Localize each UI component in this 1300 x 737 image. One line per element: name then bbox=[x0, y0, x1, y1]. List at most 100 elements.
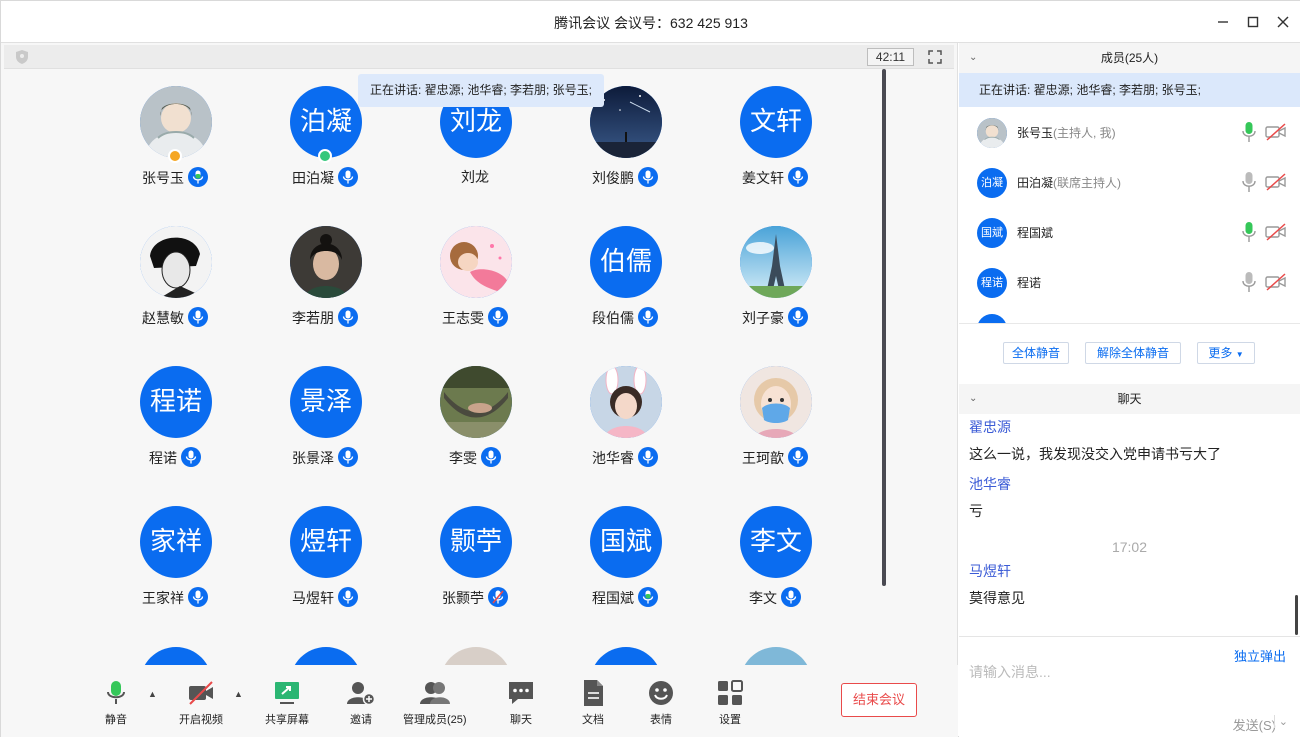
member-list: 张号玉(主持人, 我) 泊凝 田泊凝(联席主持人) 国斌 程国斌 程诺 程诺 bbox=[959, 107, 1300, 323]
camera-off-icon[interactable] bbox=[1265, 173, 1287, 191]
participant-tile[interactable]: 王志雯 bbox=[400, 209, 550, 349]
participant-tile[interactable]: 李文 李文 bbox=[700, 489, 850, 629]
grid-scrollbar[interactable] bbox=[882, 69, 886, 586]
participant-tile[interactable] bbox=[100, 621, 250, 665]
chat-input[interactable] bbox=[969, 659, 1269, 685]
end-meeting-button[interactable]: 结束会议 bbox=[841, 683, 917, 717]
chat-timestamp: 17:02 bbox=[1111, 539, 1148, 555]
participant-tile[interactable] bbox=[550, 621, 700, 665]
microphone-icon[interactable] bbox=[1241, 221, 1257, 243]
participant-name-row: 刘俊鹏 bbox=[550, 167, 700, 188]
chat-button[interactable]: 聊天 bbox=[506, 679, 536, 727]
participant-tile[interactable]: 颢苧 张颢苧 bbox=[400, 489, 550, 629]
close-icon[interactable] bbox=[1275, 14, 1291, 30]
member-row[interactable]: 程诺 程诺 bbox=[959, 257, 1300, 307]
chevron-down-icon[interactable]: ⌄ bbox=[969, 384, 977, 414]
participant-name-row: 刘龙 bbox=[400, 167, 550, 187]
camera-off-icon[interactable] bbox=[1265, 123, 1287, 141]
members-icon bbox=[419, 682, 450, 704]
avatar bbox=[290, 647, 362, 665]
participant-name: 王珂歆 bbox=[742, 450, 784, 466]
mute-button[interactable]: 静音 bbox=[101, 679, 131, 727]
participant-tile[interactable]: 伯儒 段伯儒 bbox=[550, 209, 700, 349]
video-button[interactable]: 开启视频 bbox=[179, 679, 223, 727]
participant-name: 张颢苧 bbox=[442, 590, 484, 606]
participant-name: 姜文轩 bbox=[742, 170, 784, 186]
participant-name-row: 赵慧敏 bbox=[100, 307, 250, 328]
microphone-icon[interactable] bbox=[1241, 121, 1257, 143]
invite-button[interactable]: 邀请 bbox=[346, 679, 376, 727]
emoji-button[interactable]: 表情 bbox=[646, 679, 676, 727]
member-row[interactable]: 国斌 程国斌 bbox=[959, 207, 1300, 257]
send-button[interactable]: 发送(S) bbox=[1233, 715, 1276, 734]
participant-tile[interactable] bbox=[700, 621, 850, 665]
microphone-icon bbox=[188, 307, 208, 327]
chevron-down-icon[interactable]: ⌄ bbox=[969, 43, 977, 73]
camera-off-icon[interactable] bbox=[1265, 223, 1287, 241]
avatar bbox=[590, 366, 662, 438]
docs-label: 文档 bbox=[582, 714, 604, 726]
avatar bbox=[440, 226, 512, 298]
microphone-icon[interactable] bbox=[1241, 271, 1257, 293]
participant-name: 程诺 bbox=[149, 450, 177, 466]
microphone-icon bbox=[638, 307, 658, 327]
participant-tile[interactable]: 王珂歆 bbox=[700, 349, 850, 489]
mute-all-button[interactable]: 全体静音 bbox=[1003, 342, 1069, 364]
chat-compose: 独立弹出 发送(S) ⌄ bbox=[959, 636, 1300, 737]
more-label: 更多 bbox=[1208, 346, 1233, 360]
maximize-icon[interactable] bbox=[1245, 14, 1261, 30]
microphone-icon[interactable] bbox=[1241, 171, 1257, 193]
unmute-all-button[interactable]: 解除全体静音 bbox=[1085, 342, 1181, 364]
participant-tile[interactable]: 景泽 张景泽 bbox=[250, 349, 400, 489]
members-header[interactable]: ⌄ 成员(25人) bbox=[959, 43, 1300, 73]
microphone-icon bbox=[181, 447, 201, 467]
chat-sender[interactable]: 池华睿 bbox=[969, 474, 1011, 494]
participant-name-row: 段伯儒 bbox=[550, 307, 700, 328]
member-actions: 全体静音 解除全体静音 更多 ▼ bbox=[959, 323, 1300, 383]
minimize-icon[interactable] bbox=[1215, 14, 1231, 30]
participant-tile[interactable]: 李若朋 bbox=[250, 209, 400, 349]
shield-icon[interactable] bbox=[14, 49, 30, 65]
participant-tile[interactable]: 刘子豪 bbox=[700, 209, 850, 349]
participant-tile[interactable]: 家祥 王家祥 bbox=[100, 489, 250, 629]
participant-tile[interactable]: 张号玉 bbox=[100, 69, 250, 209]
member-row[interactable]: 泊凝 田泊凝(联席主持人) bbox=[959, 157, 1300, 207]
emoji-icon bbox=[649, 681, 673, 705]
avatar bbox=[140, 86, 212, 158]
participant-tile[interactable]: 程诺 程诺 bbox=[100, 349, 250, 489]
participant-tile[interactable]: 文轩 姜文轩 bbox=[700, 69, 850, 209]
participant-tile[interactable]: 池华睿 bbox=[550, 349, 700, 489]
participant-tile[interactable]: 煜轩 马煜轩 bbox=[250, 489, 400, 629]
manage-members-button[interactable]: 管理成员(25) bbox=[403, 679, 467, 727]
participant-tile[interactable]: 李雯 bbox=[400, 349, 550, 489]
chat-icon bbox=[509, 682, 533, 704]
invite-label: 邀请 bbox=[350, 714, 372, 726]
participant-name-row: 池华睿 bbox=[550, 447, 700, 468]
participant-tile[interactable]: 赵慧敏 bbox=[100, 209, 250, 349]
participant-tile[interactable] bbox=[250, 621, 400, 665]
member-row[interactable]: 张号玉(主持人, 我) bbox=[959, 107, 1300, 157]
side-panel: ⌄ 成员(25人) 正在讲话: 翟忠源; 池华睿; 李若朋; 张号玉; 张号玉(… bbox=[959, 43, 1300, 737]
send-options-caret[interactable]: ⌄ bbox=[1273, 715, 1288, 728]
chat-header[interactable]: ⌄ 聊天 bbox=[959, 384, 1300, 414]
more-button[interactable]: 更多 ▼ bbox=[1197, 342, 1255, 364]
avatar bbox=[590, 647, 662, 665]
settings-button[interactable]: 设置 bbox=[715, 679, 745, 727]
share-screen-button[interactable]: 共享屏幕 bbox=[265, 679, 309, 727]
cohost-badge-icon bbox=[318, 149, 332, 163]
mute-options-caret[interactable]: ▲ bbox=[148, 689, 157, 699]
docs-button[interactable]: 文档 bbox=[578, 679, 608, 727]
meeting-timer: 42:11 bbox=[867, 48, 914, 66]
participant-tile[interactable]: 国斌 程国斌 bbox=[550, 489, 700, 629]
fullscreen-icon[interactable] bbox=[927, 49, 943, 65]
microphone-icon bbox=[107, 681, 125, 704]
video-options-caret[interactable]: ▲ bbox=[234, 689, 243, 699]
participant-tile[interactable] bbox=[400, 621, 550, 665]
chat-sender[interactable]: 翟忠源 bbox=[969, 417, 1011, 437]
chat-sender[interactable]: 马煜轩 bbox=[969, 561, 1011, 581]
participant-name: 张号玉 bbox=[142, 170, 184, 186]
participant-name: 刘龙 bbox=[461, 169, 489, 185]
chat-scrollbar[interactable] bbox=[1295, 595, 1298, 635]
avatar bbox=[740, 226, 812, 298]
camera-off-icon[interactable] bbox=[1265, 273, 1287, 291]
